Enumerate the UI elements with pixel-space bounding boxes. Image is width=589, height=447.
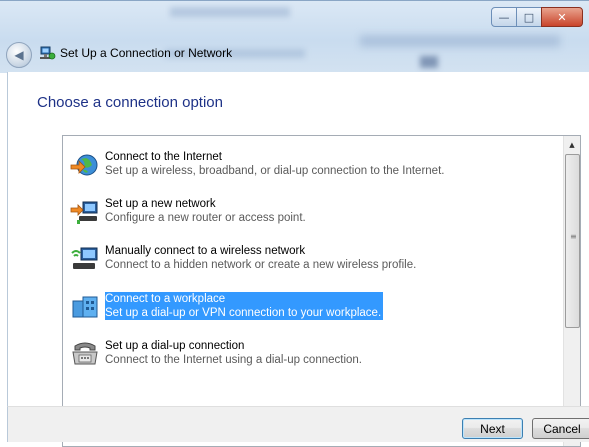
wireless-network-icon xyxy=(71,247,98,269)
option-dialup[interactable]: Set up a dial-up connection Connect to t… xyxy=(67,335,560,373)
connection-options-list[interactable]: Connect to the Internet Set up a wireles… xyxy=(62,135,581,447)
window-titlebar: — □ ✕ ◀ Set Up a Connection or Network xyxy=(0,0,589,73)
option-description: Connect to the Internet using a dial-up … xyxy=(105,354,363,366)
window-title: Set Up a Connection or Network xyxy=(60,46,233,60)
network-setup-icon xyxy=(40,46,56,60)
scroll-up-button[interactable]: ▲ xyxy=(564,136,580,153)
grip-icon: ≡ xyxy=(570,232,577,241)
page-heading: Choose a connection option xyxy=(37,94,223,111)
option-description: Configure a new router or access point. xyxy=(105,212,306,224)
back-button[interactable]: ◀ xyxy=(6,42,32,68)
chevron-up-icon: ▲ xyxy=(569,140,575,149)
dialog-footer: Next Cancel xyxy=(7,406,589,442)
option-connect-internet[interactable]: Connect to the Internet Set up a wireles… xyxy=(67,146,560,184)
background-blur xyxy=(360,35,560,47)
dialup-phone-icon xyxy=(72,342,98,365)
list-scrollbar[interactable]: ▲ ≡ ▼ xyxy=(563,136,580,446)
option-title: Manually connect to a wireless network xyxy=(105,245,306,257)
workplace-icon xyxy=(72,296,98,318)
internet-globe-icon xyxy=(70,154,98,176)
scrollbar-thumb[interactable]: ≡ xyxy=(565,154,580,328)
option-description: Set up a dial-up or VPN connection to yo… xyxy=(105,307,382,319)
back-arrow-icon: ◀ xyxy=(14,48,24,62)
option-manual-wireless[interactable]: Manually connect to a wireless network C… xyxy=(67,240,560,278)
option-title: Connect to a workplace xyxy=(105,293,226,305)
next-button[interactable]: Next xyxy=(462,418,523,439)
option-description: Connect to a hidden network or create a … xyxy=(105,259,417,271)
background-blur xyxy=(420,56,438,68)
option-title: Set up a new network xyxy=(105,198,216,210)
new-network-icon xyxy=(70,201,98,224)
window-controls: — □ ✕ xyxy=(491,7,583,27)
background-blur xyxy=(170,7,290,17)
minimize-button[interactable]: — xyxy=(491,7,517,27)
option-title: Set up a dial-up connection xyxy=(105,340,245,352)
content-panel: Choose a connection option Connect to th… xyxy=(7,72,589,447)
close-button[interactable]: ✕ xyxy=(541,7,583,27)
maximize-button[interactable]: □ xyxy=(516,7,542,27)
option-description: Set up a wireless, broadband, or dial-up… xyxy=(105,165,445,177)
cancel-button[interactable]: Cancel xyxy=(532,418,589,439)
option-new-network[interactable]: Set up a new network Configure a new rou… xyxy=(67,193,560,231)
option-title: Connect to the Internet xyxy=(105,151,222,163)
option-connect-workplace[interactable]: Connect to a workplace Set up a dial-up … xyxy=(67,288,560,326)
